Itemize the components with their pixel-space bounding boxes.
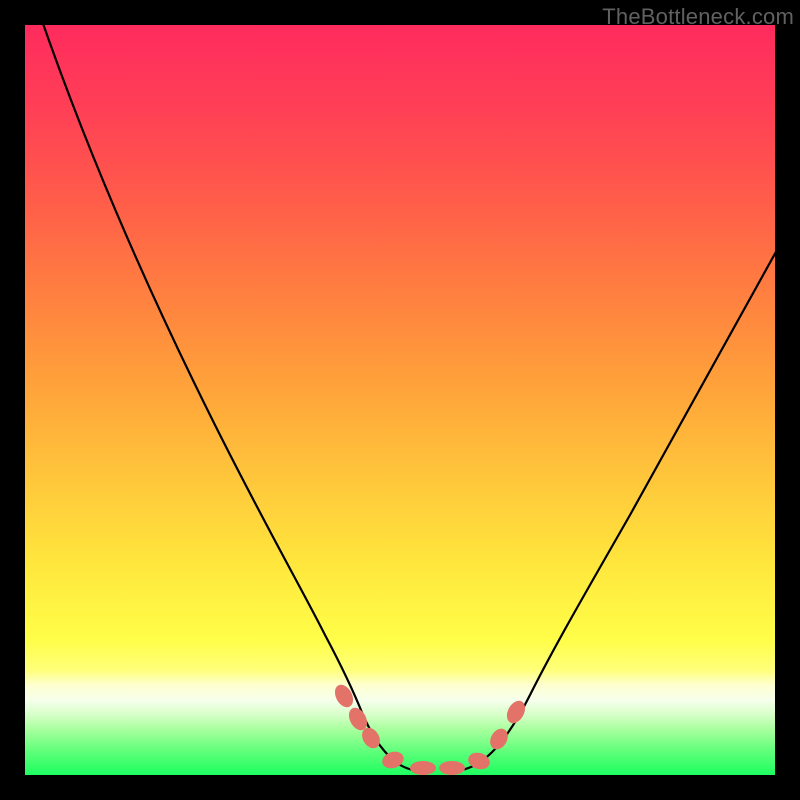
- marker-bottom-3: [439, 761, 465, 775]
- marker-bottom-2: [410, 761, 436, 775]
- marker-right-1: [487, 725, 512, 752]
- marker-left-1: [331, 682, 356, 711]
- left-curve: [40, 15, 430, 772]
- chart-frame: TheBottleneck.com: [0, 0, 800, 800]
- right-curve: [445, 250, 777, 772]
- marker-bottom-1: [380, 749, 406, 771]
- chart-plot-area: [25, 25, 775, 775]
- watermark-text: TheBottleneck.com: [602, 4, 794, 30]
- marker-right-2: [503, 698, 528, 727]
- chart-svg: [25, 25, 775, 775]
